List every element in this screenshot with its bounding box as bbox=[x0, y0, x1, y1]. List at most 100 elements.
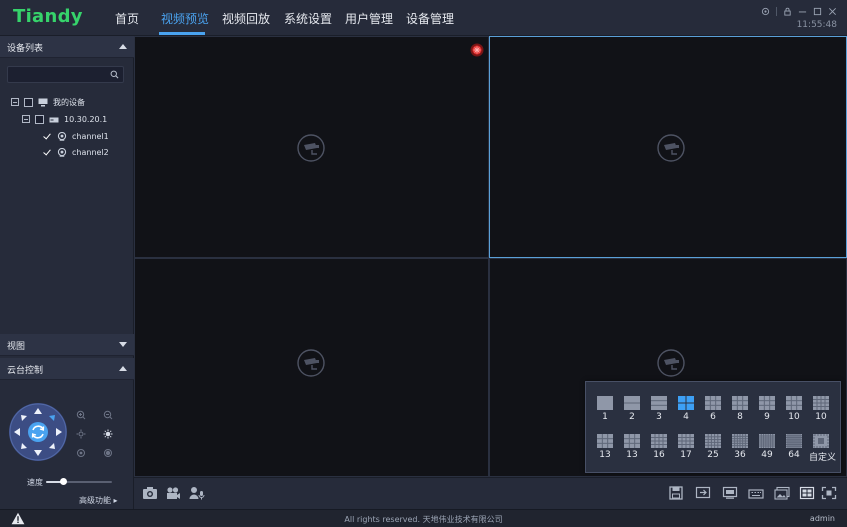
tree-root-label: 我的设备 bbox=[53, 97, 85, 107]
video-toolbar bbox=[134, 477, 847, 509]
focus-near-icon[interactable] bbox=[76, 429, 86, 439]
gear-icon[interactable] bbox=[761, 7, 770, 16]
layout-option[interactable]: 17 bbox=[674, 432, 698, 460]
ptz-speed-knob[interactable] bbox=[59, 478, 67, 485]
nav-home[interactable]: 首页 bbox=[115, 10, 139, 27]
zoom-in-icon[interactable] bbox=[76, 410, 86, 420]
talk-icon[interactable] bbox=[189, 486, 205, 500]
fullscreen-icon[interactable] bbox=[821, 486, 837, 500]
nav-user-management[interactable]: 用户管理 bbox=[345, 10, 393, 27]
layout-picker-popup: 1 2 3 4 6 8 9 10 10 13 13 16 17 25 36 49 64 自定义 bbox=[585, 381, 841, 473]
ptz-header[interactable]: 云台控制 bbox=[0, 358, 134, 380]
camera-placeholder-icon bbox=[297, 134, 325, 162]
layout-grid-icon bbox=[624, 396, 640, 410]
save-icon[interactable] bbox=[668, 486, 684, 500]
record-icon[interactable] bbox=[165, 486, 181, 500]
nvr-icon bbox=[49, 117, 59, 122]
status-bar: All rights reserved. 天地伟业技术有限公司 admin bbox=[0, 509, 847, 527]
device-list-title: 设备列表 bbox=[7, 44, 44, 54]
device-search-input[interactable] bbox=[12, 68, 107, 81]
layout-option[interactable]: 8 bbox=[728, 394, 752, 422]
layout-grid-icon bbox=[705, 434, 721, 448]
tree-channel-row[interactable]: channel2 bbox=[43, 146, 109, 158]
channel-checkbox[interactable] bbox=[43, 148, 52, 157]
layout-option[interactable]: 2 bbox=[620, 394, 644, 422]
close-icon[interactable] bbox=[828, 7, 837, 16]
tree-collapse-toggle[interactable] bbox=[22, 115, 30, 123]
layout-grid-icon bbox=[651, 434, 667, 448]
nav-device-management[interactable]: 设备管理 bbox=[406, 10, 454, 27]
layout-grid-icon bbox=[678, 396, 694, 410]
layout-option[interactable]: 13 bbox=[620, 432, 644, 460]
iris-close-icon[interactable] bbox=[76, 448, 86, 458]
tree-root-checkbox[interactable] bbox=[24, 97, 33, 107]
layout-grid-icon bbox=[732, 396, 748, 410]
layout-option[interactable]: 64 bbox=[782, 432, 806, 460]
search-icon[interactable] bbox=[110, 70, 119, 79]
nav-active-indicator bbox=[159, 32, 205, 35]
layout-option[interactable]: 6 bbox=[701, 394, 725, 422]
layout-grid-icon bbox=[813, 434, 829, 448]
layout-option[interactable]: 13 bbox=[593, 432, 617, 460]
lock-icon[interactable] bbox=[783, 7, 792, 16]
device-search-box[interactable] bbox=[7, 66, 124, 83]
camera-placeholder-icon bbox=[657, 134, 685, 162]
current-user: admin bbox=[809, 514, 835, 523]
tree-root-row[interactable]: 我的设备 bbox=[11, 96, 85, 108]
ptz-direction-pad[interactable] bbox=[8, 402, 68, 462]
layout-option-label: 13 bbox=[599, 450, 611, 460]
layout-option[interactable]: 9 bbox=[755, 394, 779, 422]
layout-option-label: 2 bbox=[629, 412, 635, 422]
advanced-functions-link[interactable]: 高级功能 ▸ bbox=[79, 495, 118, 506]
channel-label: channel2 bbox=[72, 147, 109, 157]
nav-system-settings[interactable]: 系统设置 bbox=[284, 10, 332, 27]
layout-option[interactable]: 36 bbox=[728, 432, 752, 460]
layout-grid-icon bbox=[759, 434, 775, 448]
minimize-icon[interactable] bbox=[798, 7, 807, 16]
layout-grid-icon bbox=[759, 396, 775, 410]
layout-option[interactable]: 10 bbox=[782, 394, 806, 422]
device-list-header[interactable]: 设备列表 bbox=[0, 36, 134, 58]
display-icon[interactable] bbox=[722, 486, 738, 500]
tree-collapse-toggle[interactable] bbox=[11, 98, 19, 106]
focus-far-icon[interactable] bbox=[103, 429, 113, 439]
layout-option[interactable]: 1 bbox=[593, 394, 617, 422]
layout-option[interactable]: 49 bbox=[755, 432, 779, 460]
layout-grid-icon bbox=[813, 396, 829, 410]
tree-device-label: 10.30.20.1 bbox=[64, 114, 108, 124]
layout-grid-icon bbox=[597, 434, 613, 448]
expand-caret-icon bbox=[119, 342, 127, 347]
image-icon[interactable] bbox=[774, 486, 790, 500]
zoom-out-icon[interactable] bbox=[103, 410, 113, 420]
keyboard-icon[interactable] bbox=[748, 486, 764, 500]
devices-icon bbox=[38, 98, 48, 106]
layout-option[interactable]: 16 bbox=[647, 432, 671, 460]
layout-grid-icon bbox=[705, 396, 721, 410]
clock: 11:55:48 bbox=[796, 20, 837, 30]
iris-open-icon[interactable] bbox=[103, 448, 113, 458]
view-header[interactable]: 视图 bbox=[0, 334, 134, 356]
tree-device-checkbox[interactable] bbox=[35, 114, 44, 124]
layout-grid-icon bbox=[678, 434, 694, 448]
layout-option[interactable]: 25 bbox=[701, 432, 725, 460]
tiandy-logo: Tiandy bbox=[13, 6, 83, 27]
layout-option[interactable]: 10 bbox=[809, 394, 833, 422]
layout-icon[interactable] bbox=[799, 486, 815, 500]
nav-live-view[interactable]: 视频预览 bbox=[161, 10, 209, 27]
layout-option-label: 10 bbox=[788, 412, 800, 422]
layout-option[interactable]: 4 bbox=[674, 394, 698, 422]
snapshot-icon[interactable] bbox=[142, 486, 158, 500]
tree-channel-row[interactable]: channel1 bbox=[43, 130, 109, 142]
tree-device-row[interactable]: 10.30.20.1 bbox=[22, 113, 107, 125]
layout-option[interactable]: 自定义 bbox=[809, 432, 836, 463]
layout-option-label: 9 bbox=[764, 412, 770, 422]
collapse-caret-icon bbox=[119, 366, 127, 371]
ptz-speed-slider[interactable] bbox=[46, 478, 112, 485]
layout-grid-icon bbox=[597, 396, 613, 410]
window-controls bbox=[761, 5, 837, 17]
export-icon[interactable] bbox=[695, 486, 711, 500]
layout-option[interactable]: 3 bbox=[647, 394, 671, 422]
restore-icon[interactable] bbox=[813, 7, 822, 16]
nav-playback[interactable]: 视频回放 bbox=[222, 10, 270, 27]
channel-checkbox[interactable] bbox=[43, 132, 52, 141]
